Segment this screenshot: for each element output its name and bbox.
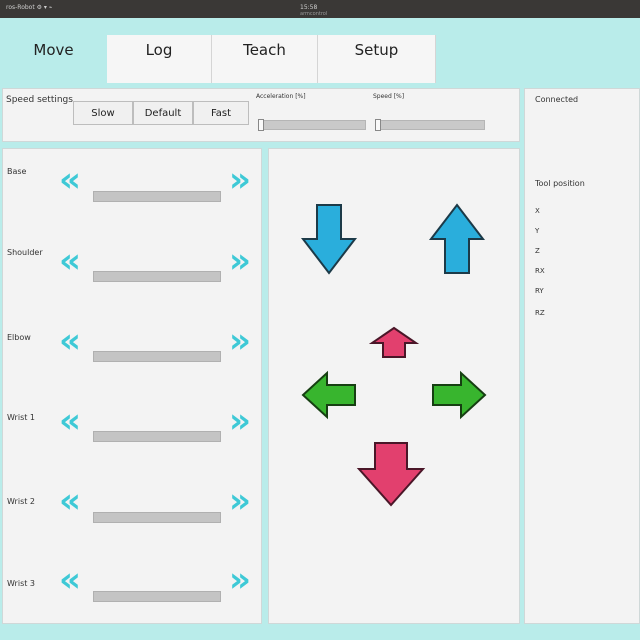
move-backward-button[interactable]	[355, 439, 427, 509]
arrow-down-icon	[300, 204, 358, 275]
arrow-left-icon	[301, 370, 356, 420]
cartesian-control-panel	[268, 148, 520, 624]
arrow-forward-icon	[368, 326, 420, 358]
acceleration-label: Acceleration [%]	[256, 93, 306, 100]
tool-position-y-label: Y	[535, 227, 540, 235]
joint-label-shoulder: Shoulder	[7, 248, 43, 257]
tool-position-ry-label: RY	[535, 287, 544, 295]
wrist-3-joint-bar	[93, 591, 221, 602]
slow-button[interactable]: Slow	[73, 101, 133, 125]
speed-label: Speed [%]	[373, 93, 405, 100]
joint-control-panel: Base « » Shoulder « » Elbow « » Wrist 1 …	[2, 148, 262, 624]
move-down-button[interactable]	[299, 199, 359, 279]
connection-status: Connected	[535, 95, 579, 104]
tool-position-z-label: Z	[535, 247, 540, 255]
tab-bar: Move Log Teach Setup	[0, 18, 640, 83]
fast-button[interactable]: Fast	[193, 101, 249, 125]
tab-setup[interactable]: Setup	[318, 35, 436, 83]
speed-settings-label: Speed settings	[6, 95, 73, 105]
move-right-button[interactable]	[429, 369, 489, 421]
joint-label-wrist-1: Wrist 1	[7, 413, 35, 422]
wrist-3-increase-chevron-icon[interactable]: »	[229, 563, 251, 597]
tool-position-label: Tool position	[535, 179, 585, 188]
top-bar-left-text: ros-Robot ⚙ ▾ ⌁	[6, 4, 53, 11]
shoulder-joint-bar	[93, 271, 221, 282]
wrist-2-joint-bar	[93, 512, 221, 523]
clock: 15:58	[300, 4, 318, 11]
default-button[interactable]: Default	[133, 101, 193, 125]
speed-slider[interactable]	[375, 119, 485, 131]
tab-teach[interactable]: Teach	[212, 35, 318, 83]
shoulder-decrease-chevron-icon[interactable]: «	[59, 244, 81, 278]
base-increase-chevron-icon[interactable]: »	[229, 163, 251, 197]
wrist-1-increase-chevron-icon[interactable]: »	[229, 404, 251, 438]
elbow-joint-bar	[93, 351, 221, 362]
speed-slider-handle[interactable]	[375, 119, 381, 131]
tab-log[interactable]: Log	[107, 35, 212, 83]
window-title: armcontrol	[300, 11, 328, 17]
status-panel: Connected Tool position X Y Z RX RY RZ	[524, 88, 640, 624]
acceleration-slider[interactable]	[258, 119, 366, 131]
acceleration-slider-handle[interactable]	[258, 119, 264, 131]
elbow-decrease-chevron-icon[interactable]: «	[59, 324, 81, 358]
shoulder-increase-chevron-icon[interactable]: »	[229, 244, 251, 278]
joint-label-wrist-2: Wrist 2	[7, 497, 35, 506]
tool-position-rz-label: RZ	[535, 309, 545, 317]
wrist-3-decrease-chevron-icon[interactable]: «	[59, 563, 81, 597]
joint-label-wrist-3: Wrist 3	[7, 579, 35, 588]
elbow-increase-chevron-icon[interactable]: »	[229, 324, 251, 358]
wrist-2-increase-chevron-icon[interactable]: »	[229, 484, 251, 518]
move-up-button[interactable]	[427, 199, 487, 279]
tab-move[interactable]: Move	[0, 35, 107, 83]
system-top-bar: ros-Robot ⚙ ▾ ⌁ 15:58 armcontrol	[0, 0, 640, 18]
wrist-2-decrease-chevron-icon[interactable]: «	[59, 484, 81, 518]
wrist-1-decrease-chevron-icon[interactable]: «	[59, 404, 81, 438]
move-forward-button[interactable]	[368, 325, 420, 361]
tool-position-x-label: X	[535, 207, 540, 215]
tool-position-rx-label: RX	[535, 267, 545, 275]
joint-label-base: Base	[7, 167, 27, 176]
arrow-up-icon	[428, 203, 486, 274]
base-decrease-chevron-icon[interactable]: «	[59, 163, 81, 197]
speed-settings-panel: Speed settings Slow Default Fast Acceler…	[2, 88, 520, 142]
base-joint-bar	[93, 191, 221, 202]
joint-label-elbow: Elbow	[7, 333, 31, 342]
move-left-button[interactable]	[299, 369, 359, 421]
arrow-right-icon	[432, 370, 487, 420]
wrist-1-joint-bar	[93, 431, 221, 442]
arrow-backward-icon	[356, 442, 426, 507]
